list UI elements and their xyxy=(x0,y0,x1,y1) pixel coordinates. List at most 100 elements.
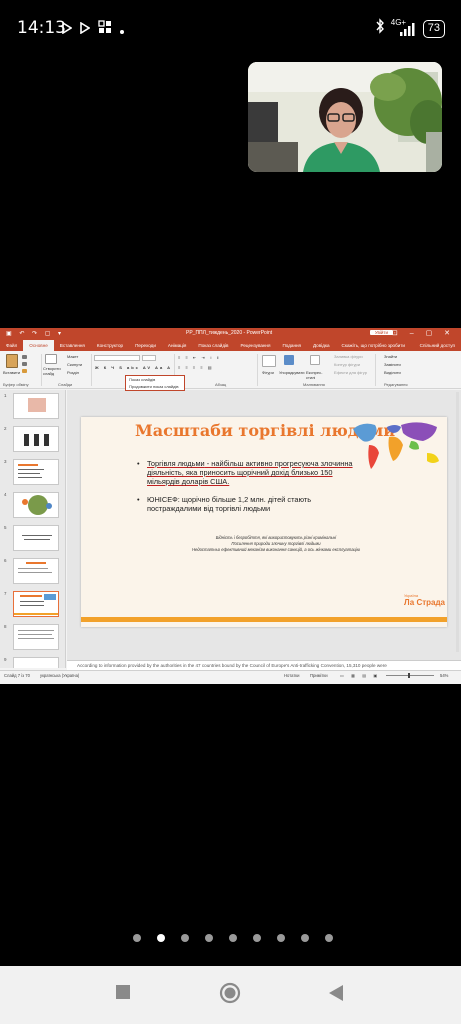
zoom-slider[interactable] xyxy=(386,675,434,676)
thumb-number: 8 xyxy=(4,624,7,629)
tell-me-search[interactable]: Скажіть, що потрібно зробити xyxy=(336,340,411,351)
quick-styles-icon[interactable] xyxy=(310,355,320,365)
paragraph-buttons[interactable]: ≡ ≡ ⇤ ⇥ ↕ ‖ xyxy=(178,355,221,360)
slide-thumbnail[interactable] xyxy=(13,393,59,419)
notes-toggle-button[interactable]: Нотатки xyxy=(284,673,299,678)
window-controls[interactable]: ⊡ – ▢ ✕ xyxy=(392,329,455,337)
find-button[interactable]: Знайти xyxy=(384,354,397,359)
bullet1-emphasis: Торгівля людьми xyxy=(147,459,205,468)
quick-access-toolbar[interactable]: ▣ ↶ ↷ ▢ ▾ xyxy=(6,330,64,337)
slide-thumbnail[interactable] xyxy=(13,426,59,452)
font-style-buttons[interactable]: Ж К Ч S abc AV Aa A xyxy=(95,365,172,370)
vertical-scrollbar[interactable] xyxy=(456,392,459,652)
thumb-number: 5 xyxy=(4,525,7,530)
dropdown-current-value[interactable]: Показ слайдів xyxy=(126,376,184,383)
section-button[interactable]: Розділ xyxy=(67,370,79,375)
slide-bullet-1: Торгівля людьми - найбільш активно прогр… xyxy=(137,459,367,486)
page-dot[interactable] xyxy=(277,934,285,942)
slide-thumbnail-selected[interactable] xyxy=(13,591,59,617)
page-dot[interactable] xyxy=(301,934,309,942)
quick-styles-button[interactable]: Експрес-стилі xyxy=(306,370,326,380)
arrange-icon[interactable] xyxy=(284,355,294,365)
apps-grid-icon xyxy=(98,20,112,39)
recents-square-icon[interactable] xyxy=(115,984,131,1005)
page-dot[interactable] xyxy=(133,934,141,942)
paste-icon[interactable] xyxy=(6,354,18,368)
format-painter-icon[interactable] xyxy=(22,369,27,373)
cut-icon[interactable] xyxy=(22,355,27,359)
select-button[interactable]: Виділити xyxy=(384,370,401,375)
tab-file[interactable]: Файл xyxy=(0,340,23,351)
thumb-number: 9 xyxy=(4,657,7,662)
tab-slideshow[interactable]: Показ слайдів xyxy=(192,340,234,351)
shape-fill-button[interactable]: Заливка фігури xyxy=(334,354,363,359)
page-dot[interactable] xyxy=(253,934,261,942)
participant-video-tile[interactable] xyxy=(248,62,442,172)
page-dot[interactable] xyxy=(205,934,213,942)
slide-small-line-3: Недостатньо ефективний механізм виконанн… xyxy=(191,547,361,552)
play-outline-icon xyxy=(80,21,91,39)
editing-group-label: Редагування xyxy=(384,382,408,387)
font-family-select[interactable] xyxy=(94,355,140,361)
new-slide-icon[interactable] xyxy=(45,354,57,364)
tab-insert[interactable]: Вставлення xyxy=(54,340,91,351)
shapes-button[interactable]: Фігури xyxy=(262,370,274,375)
home-circle-icon[interactable] xyxy=(219,982,241,1009)
paste-button[interactable]: Вставити xyxy=(3,370,20,375)
replace-button[interactable]: Замінити xyxy=(384,362,401,367)
ribbon-home: Вставити Буфер обміну Створити слайд Мак… xyxy=(0,351,461,389)
signin-button[interactable]: Увійти xyxy=(369,330,393,335)
slide-thumbnails-pane[interactable]: 1 2 3 4 5 6 7 8 9 xyxy=(0,390,66,668)
arrange-button[interactable]: Упорядкувати xyxy=(279,370,305,375)
reset-button[interactable]: Скинути xyxy=(67,362,82,367)
view-buttons[interactable]: ▭ ▦ ▤ ▣ xyxy=(340,673,380,678)
tab-animations[interactable]: Анімація xyxy=(162,340,192,351)
tab-view[interactable]: Подання xyxy=(276,340,307,351)
tab-design[interactable]: Конструктор xyxy=(91,340,129,351)
page-dot[interactable] xyxy=(325,934,333,942)
comments-toggle-button[interactable]: Примітки xyxy=(310,673,328,678)
page-dot-active[interactable] xyxy=(157,934,165,942)
thumb-number: 3 xyxy=(4,459,7,464)
layout-button[interactable]: Макет xyxy=(67,354,78,359)
tab-home[interactable]: Основне xyxy=(23,340,54,351)
slide-editing-area[interactable]: Масштаби торгівлі людьми Торгівля людьми… xyxy=(67,390,461,660)
page-dot[interactable] xyxy=(229,934,237,942)
current-slide[interactable]: Масштаби торгівлі людьми Торгівля людьми… xyxy=(81,417,447,627)
thumb-number: 7 xyxy=(4,591,7,596)
back-triangle-icon[interactable] xyxy=(328,984,344,1007)
tab-review[interactable]: Рецензування xyxy=(235,340,277,351)
shapes-gallery-icon[interactable] xyxy=(262,355,276,367)
slide-thumbnail[interactable] xyxy=(13,492,59,518)
tab-transitions[interactable]: Переходи xyxy=(129,340,162,351)
dropdown-item-continue-slideshow[interactable]: Продовжити показ слайдів xyxy=(126,383,184,390)
slide-thumbnail[interactable] xyxy=(13,459,59,485)
share-button[interactable]: Спільний доступ xyxy=(420,340,455,351)
status-bar: 14:13 4G+ 73 xyxy=(0,0,461,56)
shape-outline-button[interactable]: Контур фігури xyxy=(334,362,360,367)
copy-icon[interactable] xyxy=(22,362,27,366)
participant-video-image xyxy=(248,62,442,172)
page-dot[interactable] xyxy=(181,934,189,942)
speaker-notes[interactable]: According to information provided by the… xyxy=(67,660,461,670)
tab-help[interactable]: Довідка xyxy=(307,340,336,351)
slide-thumbnail[interactable] xyxy=(13,624,59,650)
drawing-group-label: Малювання xyxy=(303,382,325,387)
align-buttons[interactable]: ≡ ≡ ≡ ≡ ▤ xyxy=(178,365,214,370)
zoom-slider-knob[interactable] xyxy=(408,673,410,678)
slides-group-label: Слайди xyxy=(58,382,73,387)
thumb-number: 4 xyxy=(4,492,7,497)
zoom-level[interactable]: 54% xyxy=(440,673,448,678)
slide-thumbnail[interactable] xyxy=(13,657,59,668)
new-slide-button[interactable]: Створити слайд xyxy=(43,366,61,376)
thumb-number: 6 xyxy=(4,558,7,563)
signal-icon: 4G+ xyxy=(391,18,417,37)
shape-effects-button[interactable]: Ефекти для фігур xyxy=(334,370,367,375)
slide-thumbnail[interactable] xyxy=(13,525,59,551)
status-right-icons: 4G+ 73 xyxy=(375,18,445,39)
language-indicator[interactable]: українська (Україна) xyxy=(40,673,79,678)
font-size-select[interactable] xyxy=(142,355,156,361)
slide-thumbnail[interactable] xyxy=(13,558,59,584)
slideshow-dropdown[interactable]: Показ слайдів Продовжити показ слайдів xyxy=(125,375,185,391)
status-time: 14:13 xyxy=(17,18,66,38)
